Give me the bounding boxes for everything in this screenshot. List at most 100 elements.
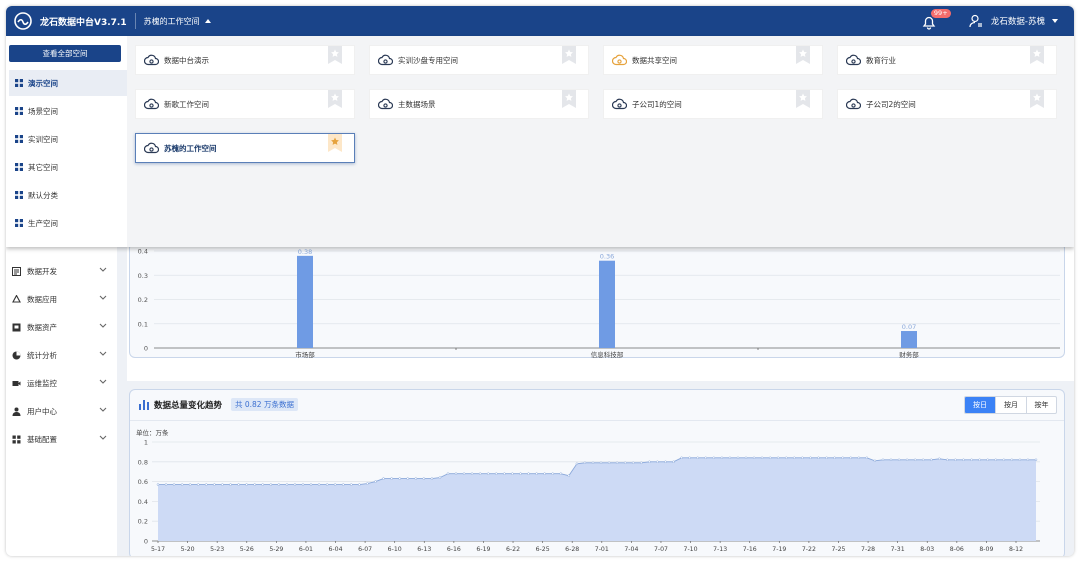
trend-point	[607, 461, 611, 465]
trend-point	[865, 456, 869, 460]
trend-point	[591, 461, 595, 465]
star-bookmark-icon[interactable]	[1030, 90, 1044, 108]
workspace-name: 实训沙盘专用空间	[398, 55, 458, 65]
workspace-card[interactable]: 数据共享空间	[603, 45, 823, 75]
sidebar-item-data-app[interactable]: 数据应用	[6, 285, 117, 313]
star-bookmark-icon[interactable]	[328, 134, 342, 152]
trend-point	[1034, 458, 1038, 462]
trend-point	[889, 458, 893, 462]
sidebar-item-label: 统计分析	[27, 350, 57, 360]
sidebar-item-data-dev[interactable]: 数据开发	[6, 257, 117, 285]
trend-point	[213, 483, 216, 486]
star-bookmark-icon[interactable]	[328, 46, 342, 64]
workspace-switcher[interactable]: 苏槐的工作空间	[144, 16, 211, 27]
trend-point	[511, 472, 514, 475]
chevron-down-icon	[99, 379, 107, 384]
header-divider	[134, 13, 136, 29]
grid-icon	[15, 191, 23, 199]
x-tick-label: 7-07	[654, 546, 668, 553]
trend-point	[897, 458, 901, 462]
trend-point	[317, 483, 321, 486]
trend-point	[551, 472, 554, 475]
trend-point	[680, 456, 683, 460]
star-bookmark-icon[interactable]	[796, 90, 810, 108]
app-title: 龙石数据中台V3.7.1	[40, 17, 127, 28]
x-tick-label: 5-17	[151, 546, 165, 553]
category-item[interactable]: 实训空间	[9, 126, 127, 152]
workspace-name: 主数据场景	[398, 99, 436, 109]
category-item[interactable]: 生产空间	[9, 210, 127, 236]
category-item[interactable]: 演示空间	[9, 70, 127, 96]
trend-chart-card: 数据总量变化趋势 共 0.82 万条数据 按日 按月 按年 单位：万条 0 0.2…	[129, 389, 1065, 556]
trend-point	[978, 458, 981, 462]
x-tick-label: 7-04	[624, 546, 638, 553]
trend-point	[615, 461, 619, 465]
cloud-icon	[378, 98, 393, 110]
star-bookmark-icon[interactable]	[562, 90, 576, 108]
workspace-card[interactable]: 子公司1的空间	[603, 89, 823, 119]
sidebar-item-data-asset[interactable]: 数据资产	[6, 313, 117, 341]
grid-icon	[15, 219, 23, 227]
x-tick-label: 8-03	[920, 546, 934, 553]
trend-point	[535, 472, 538, 475]
trend-point	[277, 483, 281, 486]
caret-down-icon	[1052, 19, 1058, 23]
workspace-card[interactable]: 实训沙盘专用空间	[369, 45, 589, 75]
trend-point	[905, 458, 909, 462]
workspace-card[interactable]: 子公司2的空间	[837, 89, 1057, 119]
workspace-card[interactable]: 教育行业	[837, 45, 1057, 75]
trend-point	[188, 483, 192, 486]
sidebar-item-label: 基础配置	[27, 434, 57, 444]
y-tick-label: 0.6	[138, 478, 148, 486]
workspace-card[interactable]: 新歌工作空间	[135, 89, 355, 119]
category-item[interactable]: 场景空间	[9, 98, 127, 124]
x-tick-label: 7-13	[713, 546, 727, 553]
star-bookmark-icon[interactable]	[1030, 46, 1044, 64]
category-item[interactable]: 其它空间	[9, 154, 127, 180]
trend-point	[261, 483, 264, 486]
trend-point	[720, 456, 724, 460]
sidebar-item-stats[interactable]: 统计分析	[6, 341, 117, 369]
chevron-down-icon	[99, 351, 107, 356]
star-bookmark-icon[interactable]	[562, 46, 576, 64]
sidebar-item-ops[interactable]: 运维监控	[6, 369, 117, 397]
workspace-name: 苏槐的工作空间	[164, 143, 217, 153]
chevron-down-icon	[99, 407, 107, 412]
workspace-name: 新歌工作空间	[164, 99, 209, 109]
star-bookmark-icon[interactable]	[328, 90, 342, 108]
category-item[interactable]: 默认分类	[9, 182, 127, 208]
view-all-workspaces-button[interactable]: 查看全部空间	[9, 45, 121, 62]
cloud-icon	[846, 54, 861, 66]
trend-point	[857, 456, 861, 460]
app-window: 龙石数据中台V3.7.1 苏槐的工作空间 99+ 龙石数据-苏槐 数据开发 数据…	[6, 6, 1074, 556]
grid-icon	[15, 163, 23, 171]
trend-point	[881, 458, 885, 462]
x-tick-label: 7-01	[595, 546, 609, 553]
x-tick-label: 6-13	[417, 546, 431, 553]
trend-point	[333, 483, 337, 486]
trend-point	[688, 456, 691, 460]
workspace-card[interactable]: 苏槐的工作空间	[135, 133, 355, 163]
trend-point	[325, 483, 329, 486]
notification-button[interactable]: 99+	[921, 9, 951, 30]
category-label: 其它空间	[28, 162, 58, 172]
trend-point	[390, 477, 393, 480]
sidebar-item-user-center[interactable]: 用户中心	[6, 397, 117, 425]
user-menu[interactable]: 龙石数据-苏槐	[969, 14, 1058, 28]
trend-point	[696, 456, 699, 460]
workspace-card[interactable]: 数据中台演示	[135, 45, 355, 75]
workspace-card[interactable]: 主数据场景	[369, 89, 589, 119]
y-tick-label: 0.4	[138, 248, 148, 256]
x-tick-label: 6-07	[358, 546, 372, 553]
x-tick-label: 7-19	[772, 546, 786, 553]
star-bookmark-icon[interactable]	[796, 46, 810, 64]
y-tick-label: 0	[144, 538, 148, 546]
trend-point	[962, 458, 965, 462]
x-tick-label: 6-28	[565, 546, 579, 553]
trend-point	[301, 483, 305, 486]
sidebar-item-config[interactable]: 基础配置	[6, 425, 117, 453]
category-label: 演示空间	[28, 78, 58, 88]
recycle-icon	[12, 294, 21, 304]
trend-point	[954, 458, 957, 462]
trend-point	[752, 456, 756, 460]
